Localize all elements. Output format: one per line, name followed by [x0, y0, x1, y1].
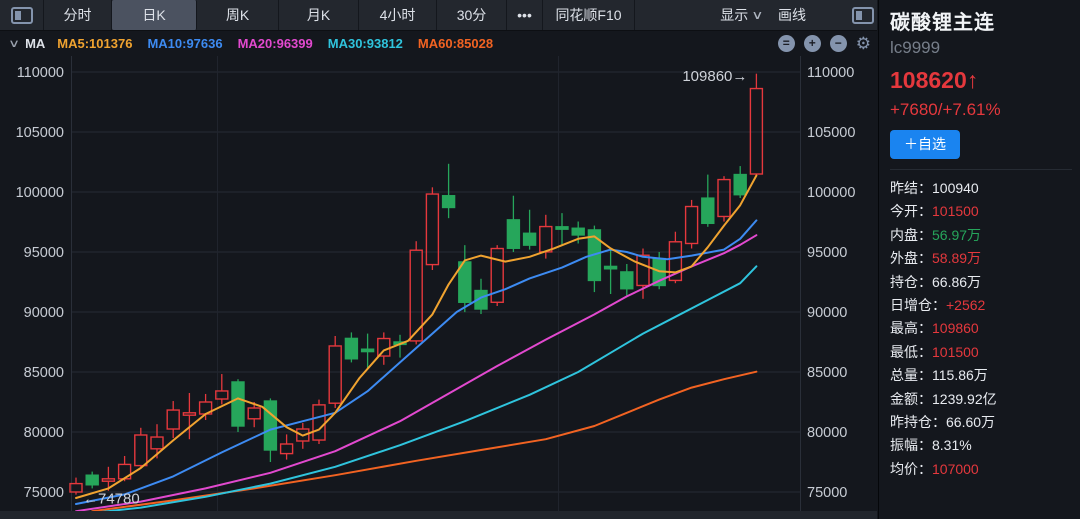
- ma-line-MA60: [92, 372, 756, 511]
- quote-rows: 昨结：100940今开：101500内盘：56.97万外盘：58.89万持仓：6…: [890, 169, 1072, 481]
- chart-tool-icons: = +−⚙: [778, 35, 877, 52]
- reset-zoom-icon[interactable]: =: [778, 35, 795, 52]
- tab-ths-f10[interactable]: 同花顺F10: [543, 0, 635, 30]
- y-axis-label-right: 95000: [807, 245, 847, 261]
- instrument-title: 碳酸锂主连: [890, 6, 1072, 35]
- toolbar-right: 显示 ∨ 画线: [720, 0, 877, 30]
- quote-row: 金额：1239.92亿: [890, 388, 1072, 411]
- ma-value: MA30:93812: [328, 36, 403, 51]
- draw-line-button[interactable]: 画线: [778, 5, 806, 25]
- y-axis-label-left: 100000: [16, 185, 64, 201]
- quote-row: 外盘：58.89万: [890, 247, 1072, 270]
- tab-30min[interactable]: 30分: [437, 0, 507, 30]
- y-axis-label-left: 110000: [17, 65, 64, 81]
- ma-values: MA5:101376 MA10:97636 MA20:96399 MA30:93812…: [57, 36, 493, 51]
- chevron-down-icon: ∨: [751, 8, 763, 22]
- quote-row: 内盘：56.97万: [890, 224, 1072, 247]
- ma-value: MA60:85028: [418, 36, 493, 51]
- y-axis-label-left: 95000: [24, 245, 64, 261]
- ma-indicator-row: ∨ MA MA5:101376 MA10:97636 MA20:96399 MA30:…: [0, 31, 877, 56]
- ma-collapse-icon[interactable]: ∨: [8, 37, 20, 50]
- price-change: +7680/+7.61%: [890, 100, 1072, 120]
- ma-value: MA5:101376: [57, 36, 132, 51]
- period-tabs: 分时日K周K月K4小时30分•••同花顺F10: [44, 0, 635, 30]
- toggle-right-panel-button[interactable]: [852, 7, 874, 24]
- candles-group: [70, 74, 762, 495]
- chart-scrollbar[interactable]: [0, 511, 877, 519]
- ma-value: MA10:97636: [147, 36, 222, 51]
- quote-panel: 碳酸锂主连 lc9999 108620↑ +7680/+7.61% ＋自选 昨结…: [878, 0, 1080, 519]
- last-price: 108620↑: [890, 67, 1072, 94]
- y-axis-label-left: 80000: [24, 425, 64, 441]
- tab-monthly-k[interactable]: 月K: [279, 0, 359, 30]
- settings-icon[interactable]: ⚙: [856, 35, 871, 52]
- grid: 110000 110000 105000 105000 100000 100000 9500…: [16, 56, 856, 511]
- instrument-code: lc9999: [890, 38, 1072, 58]
- tab-timeshare[interactable]: 分时: [44, 0, 112, 30]
- panel-layout-icon: [11, 7, 33, 24]
- y-axis-label-left: 105000: [16, 125, 64, 141]
- ma-line-MA5: [76, 176, 756, 499]
- quote-row: 日增仓：+2562: [890, 294, 1072, 317]
- display-menu-label: 显示: [720, 5, 748, 25]
- highest-price-annotation: 109860→: [682, 68, 747, 85]
- app-window: 分时日K周K月K4小时30分•••同花顺F10 显示 ∨ 画线 ∨ MA MA5…: [0, 0, 1080, 519]
- quote-row: 最低：101500: [890, 341, 1072, 364]
- add-watchlist-button[interactable]: ＋自选: [890, 130, 960, 159]
- y-axis-label-right: 100000: [807, 185, 855, 201]
- tab-4hour[interactable]: 4小时: [359, 0, 437, 30]
- y-axis-label-right: 85000: [807, 365, 847, 381]
- quote-row: 持仓：66.86万: [890, 271, 1072, 294]
- zoom-in-icon[interactable]: +: [804, 35, 821, 52]
- quote-row: 最高：109860: [890, 317, 1072, 340]
- quote-row: 振幅：8.31%: [890, 434, 1072, 457]
- y-axis-label-right: 90000: [807, 305, 847, 321]
- quote-row: 昨持仓：66.60万: [890, 411, 1072, 434]
- y-axis-label-right: 105000: [807, 125, 855, 141]
- y-axis-label-left: 85000: [24, 365, 64, 381]
- y-axis-label-left: 75000: [24, 485, 64, 501]
- tab-more[interactable]: •••: [507, 0, 543, 30]
- kline-chart[interactable]: 110000 110000 105000 105000 100000 100000 9500…: [0, 56, 877, 511]
- y-axis-label-right: 80000: [807, 425, 847, 441]
- collapse-left-panel-button[interactable]: [0, 0, 44, 30]
- quote-row: 昨结：100940: [890, 177, 1072, 200]
- toolbar: 分时日K周K月K4小时30分•••同花顺F10 显示 ∨ 画线: [0, 0, 877, 31]
- tab-daily-k[interactable]: 日K: [112, 0, 197, 30]
- zoom-out-icon[interactable]: −: [830, 35, 847, 52]
- y-axis-label-left: 90000: [24, 305, 64, 321]
- ma-toggle[interactable]: MA: [25, 36, 45, 51]
- tab-weekly-k[interactable]: 周K: [197, 0, 279, 30]
- lowest-price-annotation: ←74780: [83, 491, 140, 508]
- quote-row: 总量：115.86万: [890, 364, 1072, 387]
- y-axis-label-right: 75000: [807, 485, 847, 501]
- quote-row: 均价：107000: [890, 458, 1072, 481]
- y-axis-label-right: 110000: [807, 65, 854, 81]
- ma-value: MA20:96399: [238, 36, 313, 51]
- display-menu[interactable]: 显示 ∨: [720, 5, 762, 25]
- quote-row: 今开：101500: [890, 200, 1072, 223]
